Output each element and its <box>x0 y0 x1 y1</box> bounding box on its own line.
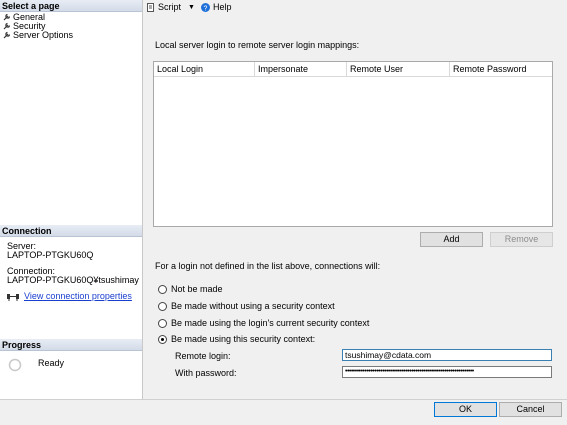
page-item-label: Server Options <box>13 30 74 40</box>
cancel-button[interactable]: Cancel <box>499 402 562 417</box>
view-connection-properties-link[interactable]: View connection properties <box>24 291 132 301</box>
connection-icon <box>7 293 19 301</box>
connection-value: LAPTOP-PTGKU60Q¥tsushimay <box>7 275 139 285</box>
password-label: With password: <box>175 368 237 378</box>
column-remote-password[interactable]: Remote Password <box>450 62 552 76</box>
option-label: Be made using the login's current securi… <box>171 318 370 328</box>
remote-login-input[interactable]: tsushimay@cdata.com <box>342 349 552 361</box>
login-mappings-grid[interactable]: Local Login Impersonate Remote User Remo… <box>153 61 553 227</box>
column-local-login[interactable]: Local Login <box>154 62 255 76</box>
page-item-server-options[interactable]: Server Options <box>3 30 73 40</box>
wrench-icon <box>3 31 11 39</box>
option-this-security-context[interactable]: Be made using this security context: <box>158 333 315 345</box>
column-remote-user[interactable]: Remote User <box>347 62 450 76</box>
radio-button[interactable] <box>158 284 167 294</box>
remove-button[interactable]: Remove <box>490 232 553 247</box>
progress-spinner-icon <box>8 358 22 372</box>
column-impersonate[interactable]: Impersonate <box>255 62 347 76</box>
progress-status: Ready <box>38 358 65 368</box>
script-button[interactable]: Script <box>158 2 181 12</box>
progress-header: Progress <box>0 339 142 351</box>
password-input[interactable]: ••••••••••••••••••••••••••••••••••••••••… <box>342 366 552 378</box>
server-value: LAPTOP-PTGKU60Q <box>7 250 94 260</box>
option-label: Be made using this security context: <box>171 334 316 344</box>
option-without-security-context[interactable]: Be made without using a security context <box>158 300 335 312</box>
radio-button[interactable] <box>158 318 167 328</box>
option-label: Be made without using a security context <box>171 301 335 311</box>
chevron-down-icon[interactable]: ▼ <box>188 4 195 11</box>
ok-button[interactable]: OK <box>434 402 497 417</box>
connection-header: Connection <box>0 225 142 237</box>
mappings-heading: Local server login to remote server logi… <box>155 40 360 50</box>
script-icon <box>147 2 154 12</box>
remote-login-label: Remote login: <box>175 351 231 361</box>
option-current-security-context[interactable]: Be made using the login's current securi… <box>158 317 369 329</box>
grid-header: Local Login Impersonate Remote User Remo… <box>154 62 552 77</box>
help-icon: ? <box>200 2 210 12</box>
select-page-header: Select a page <box>0 0 142 12</box>
undefined-login-heading: For a login not defined in the list abov… <box>155 261 381 271</box>
view-connection-row: View connection properties <box>7 291 132 301</box>
radio-button-selected[interactable] <box>158 334 167 344</box>
toolbar: Script ▼ ? Help <box>147 1 231 13</box>
option-not-be-made[interactable]: Not be made <box>158 283 223 295</box>
option-label: Not be made <box>171 284 223 294</box>
wrench-icon <box>3 13 11 21</box>
help-button[interactable]: Help <box>213 2 232 12</box>
wrench-icon <box>3 22 11 30</box>
svg-text:?: ? <box>204 5 208 12</box>
add-button[interactable]: Add <box>420 232 483 247</box>
radio-button[interactable] <box>158 301 167 311</box>
left-panel: Select a page General Security Server Op… <box>0 0 143 399</box>
